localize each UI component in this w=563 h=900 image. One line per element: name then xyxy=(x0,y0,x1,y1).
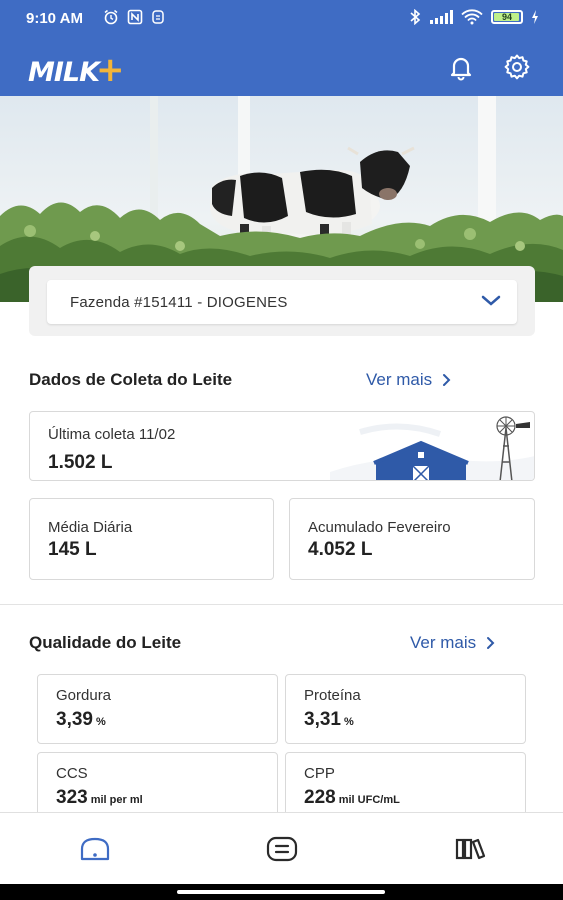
cpp-unit: mil UFC/mL xyxy=(338,794,400,806)
top-bar: 9:10 AM 94 MILK+ xyxy=(0,0,563,96)
collection-ver-mais-label: Ver mais xyxy=(366,370,433,389)
bell-icon xyxy=(450,57,472,81)
fat-label: Gordura xyxy=(56,687,112,704)
fat-value: 3,39 xyxy=(56,709,93,730)
app-bar: MILK+ xyxy=(0,38,563,96)
nfc-icon xyxy=(127,9,143,25)
daily-average-value: 145 L xyxy=(48,539,97,560)
collection-section-title: Dados de Coleta do Leite xyxy=(29,370,233,389)
protein-value: 3,31 xyxy=(304,709,341,730)
nav-library-button[interactable] xyxy=(450,831,490,867)
cpp-label: CPP xyxy=(304,765,335,782)
bluetooth-icon xyxy=(410,9,421,25)
battery-level: 94 xyxy=(501,12,512,22)
protein-value-wrap: 3,31% xyxy=(304,709,354,731)
quality-ver-mais-label: Ver mais xyxy=(410,633,477,652)
quality-ver-mais-link[interactable]: Ver mais xyxy=(410,633,496,653)
ccs-label: CCS xyxy=(56,765,88,782)
sync-icon xyxy=(152,10,164,24)
ccs-value-wrap: 323 mil per ml xyxy=(56,787,143,809)
library-icon xyxy=(455,838,486,860)
list-icon xyxy=(266,836,298,862)
daily-average-card[interactable]: Média Diária 145 L xyxy=(29,498,274,580)
last-collection-value: 1.502 L xyxy=(48,452,113,473)
charging-icon xyxy=(532,10,538,24)
last-collection-label: Última coleta 11/02 xyxy=(48,426,176,443)
nav-list-button[interactable] xyxy=(262,831,302,867)
protein-label: Proteína xyxy=(304,687,361,704)
farm-dropdown-value: Fazenda #151411 - DIOGENES xyxy=(70,293,288,311)
status-bar: 9:10 AM 94 xyxy=(0,0,563,38)
fat-value-wrap: 3,39% xyxy=(56,709,106,731)
ccs-value: 323 xyxy=(56,787,88,808)
settings-button[interactable] xyxy=(500,50,534,84)
farm-dropdown[interactable]: Fazenda #151411 - DIOGENES xyxy=(47,280,517,324)
daily-average-label: Média Diária xyxy=(48,519,133,536)
chevron-down-icon xyxy=(481,295,501,306)
bottom-navigation xyxy=(0,812,563,884)
gesture-handle[interactable] xyxy=(177,890,385,894)
status-left-icons xyxy=(103,9,165,25)
fat-unit: % xyxy=(95,716,106,728)
section-divider xyxy=(0,604,563,605)
collection-ver-mais-link[interactable]: Ver mais xyxy=(366,370,452,390)
ccs-unit: mil per ml xyxy=(90,794,143,806)
chevron-right-icon xyxy=(443,374,451,386)
monthly-accumulated-card[interactable]: Acumulado Fevereiro 4.052 L xyxy=(289,498,535,580)
logo-plus: + xyxy=(96,50,124,90)
milk-plus-logo: MILK+ xyxy=(28,50,125,90)
cpp-value: 228 xyxy=(304,787,336,808)
gesture-bar-area xyxy=(0,884,563,900)
signal-icon xyxy=(430,10,453,24)
chevron-right-icon xyxy=(487,637,495,649)
alarm-icon xyxy=(104,9,118,25)
notifications-button[interactable] xyxy=(444,50,478,84)
logo-text: MILK xyxy=(28,57,100,88)
protein-quality-card[interactable]: Proteína 3,31% xyxy=(285,674,526,744)
farm-selector-card: Fazenda #151411 - DIOGENES xyxy=(29,266,535,336)
nav-home-button[interactable] xyxy=(75,831,115,867)
status-right-icons: 94 xyxy=(409,9,539,25)
home-icon xyxy=(80,837,110,861)
gear-icon xyxy=(504,54,530,80)
battery-indicator: 94 xyxy=(491,10,523,24)
last-collection-card[interactable]: Última coleta 11/02 1.502 L xyxy=(29,411,535,481)
barn-windmill-icon xyxy=(330,416,534,480)
protein-unit: % xyxy=(343,716,354,728)
status-time: 9:10 AM xyxy=(26,10,83,27)
monthly-accumulated-value: 4.052 L xyxy=(308,539,373,560)
monthly-accumulated-label: Acumulado Fevereiro xyxy=(308,519,451,536)
wifi-icon xyxy=(461,9,483,25)
quality-section-title: Qualidade do Leite xyxy=(29,633,182,652)
cpp-value-wrap: 228 mil UFC/mL xyxy=(304,787,400,809)
fat-quality-card[interactable]: Gordura 3,39% xyxy=(37,674,278,744)
